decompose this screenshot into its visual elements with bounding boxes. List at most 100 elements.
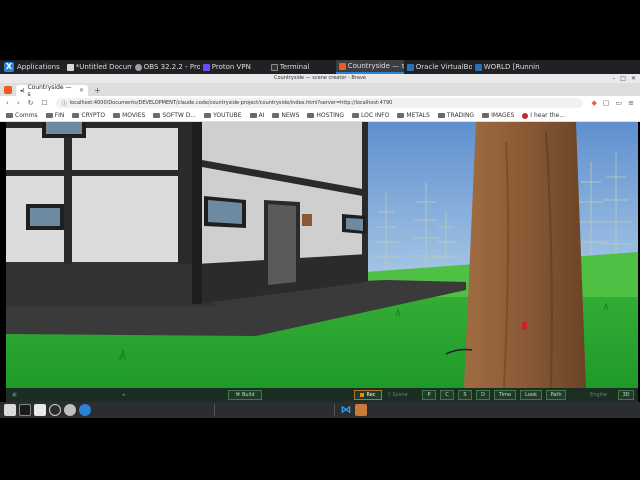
obs-icon[interactable]: [64, 404, 76, 416]
record-icon: [360, 393, 365, 397]
folder-icon: [352, 113, 360, 118]
forward-icon[interactable]: ›: [17, 99, 20, 107]
tab-close-icon[interactable]: ✕: [79, 87, 84, 94]
task-countryside-browser[interactable]: Countryside — s...: [335, 60, 404, 74]
bookmarks-bar: Comms FIN CRYPTO MOVIES SOFTW D... YOUTU…: [0, 110, 640, 122]
terminal-icon: [270, 63, 278, 71]
close-icon[interactable]: ✕: [631, 74, 636, 83]
applications-label: Applications: [17, 63, 60, 71]
bookmark-link[interactable]: I hear the...: [522, 112, 565, 119]
mode-button-d[interactable]: D: [476, 390, 490, 400]
app-icon[interactable]: [355, 404, 367, 416]
wallet-icon[interactable]: ▭: [616, 99, 623, 107]
bookmark-folder[interactable]: SOFTW D...: [153, 112, 196, 119]
folder-icon: [45, 113, 53, 118]
terminal-icon[interactable]: [19, 404, 31, 416]
brave-icon: [338, 62, 346, 70]
globe-icon[interactable]: [79, 404, 91, 416]
bookmark-folder[interactable]: Comms: [6, 112, 38, 119]
shield-icon[interactable]: ◆: [591, 99, 596, 107]
tab-strip: ◂) Countryside — s ✕ +: [0, 83, 640, 98]
toolbar-left-icon[interactable]: ▣: [12, 390, 17, 400]
menu-icon[interactable]: ≡: [628, 99, 634, 107]
top-panel: X Applications *Untitled Docum... OBS 32…: [0, 60, 640, 74]
folder-icon: [437, 113, 445, 118]
window-titlebar: Countryside — scene creator - Brave – □ …: [0, 74, 640, 83]
youtube-icon: [522, 112, 529, 119]
path-button[interactable]: Path: [546, 390, 566, 400]
mode-button-p[interactable]: P: [422, 390, 436, 400]
task-world-vm[interactable]: WORLD [Runnin...: [472, 60, 540, 74]
bookmark-folder[interactable]: CRYPTO: [72, 112, 105, 119]
brave-menu-icon[interactable]: [4, 86, 12, 94]
folder-icon: [397, 113, 405, 118]
url-text: localhost:4000/Documents/DEVELOPMENT/cla…: [69, 100, 393, 106]
taskbar-separator: [214, 404, 215, 416]
settings-icon[interactable]: [49, 404, 61, 416]
task-virtualbox[interactable]: Oracle VirtualBo...: [404, 60, 472, 74]
engine-status-icon: ◦: [574, 392, 577, 398]
folder-icon: [272, 113, 280, 118]
folder-icon: [153, 113, 161, 118]
desktop-screen: X Applications *Untitled Docum... OBS 32…: [0, 0, 640, 480]
task-obs[interactable]: OBS 32.2.2 - Pro...: [132, 60, 200, 74]
address-bar[interactable]: ⓘ localhost:4000/Documents/DEVELOPMENT/c…: [55, 98, 584, 108]
back-icon[interactable]: ‹: [6, 99, 9, 107]
file-manager-icon[interactable]: [4, 404, 16, 416]
task-proton-vpn[interactable]: Proton VPN: [200, 60, 268, 74]
mode-3d-button[interactable]: 3D: [618, 390, 634, 400]
hammer-icon: ⚒: [235, 392, 240, 398]
engine-label: Engine: [590, 392, 608, 398]
bookmark-folder[interactable]: IMAGES: [482, 112, 514, 119]
xfce-logo-icon: X: [4, 62, 14, 72]
os-taskbar: ⋈: [0, 402, 640, 418]
half-timbered-house: [6, 122, 368, 304]
taskbar-separator: [334, 404, 335, 416]
scene-label: ◊ Scene: [388, 392, 408, 398]
bookmark-folder[interactable]: TRADING: [437, 112, 474, 119]
scene-icon: ◊: [388, 392, 391, 398]
reload-icon[interactable]: ↻: [28, 99, 34, 107]
task-terminal[interactable]: Terminal: [268, 60, 336, 74]
extensions-icon[interactable]: ▢: [603, 99, 610, 107]
bookmark-folder[interactable]: AI: [249, 112, 264, 119]
virtualbox-icon: [474, 63, 482, 71]
mode-button-s[interactable]: S: [458, 390, 472, 400]
maximize-icon[interactable]: □: [620, 74, 626, 83]
folder-icon: [72, 113, 80, 118]
bookmark-folder[interactable]: FIN: [45, 112, 64, 119]
folder-icon: [204, 113, 212, 118]
page-info-icon[interactable]: ⓘ: [62, 100, 67, 107]
build-button[interactable]: ⚒ Build: [228, 390, 262, 400]
bookmark-folder[interactable]: METALS: [397, 112, 430, 119]
vscode-icon[interactable]: ⋈: [340, 404, 352, 416]
new-tab-button[interactable]: +: [94, 86, 101, 95]
time-button[interactable]: Time: [494, 390, 516, 400]
task-untitled-document[interactable]: *Untitled Docum...: [64, 60, 132, 74]
look-button[interactable]: Look: [520, 390, 542, 400]
folder-icon: [482, 113, 490, 118]
scene-viewport[interactable]: [6, 122, 638, 388]
bookmark-folder[interactable]: MOVIES: [113, 112, 145, 119]
tab-countryside[interactable]: ◂) Countryside — s ✕: [16, 84, 88, 98]
bookmark-icon[interactable]: ☐: [42, 99, 48, 107]
bookmark-folder[interactable]: NEWS: [272, 112, 299, 119]
speaker-icon: ◂): [20, 87, 25, 94]
tree-trunk: [464, 122, 586, 388]
applications-menu[interactable]: X Applications: [0, 60, 64, 74]
obs-icon: [134, 63, 142, 71]
record-button[interactable]: Rec: [354, 390, 382, 400]
mode-button-c[interactable]: C: [440, 390, 454, 400]
bookmark-folder[interactable]: YOUTUBE: [204, 112, 242, 119]
toolbar-nav-icon[interactable]: ◂: [122, 390, 125, 400]
minimize-icon[interactable]: –: [612, 74, 615, 83]
folder-icon: [6, 113, 13, 118]
bookmark-folder[interactable]: LOC INFO: [352, 112, 389, 119]
scene-canvas[interactable]: [6, 122, 638, 388]
files-icon[interactable]: [34, 404, 46, 416]
navigation-bar: ‹ › ↻ ☐ ⓘ localhost:4000/Documents/DEVEL…: [0, 96, 640, 110]
bookmark-folder[interactable]: HOSTING: [307, 112, 344, 119]
window-title: Countryside — scene creator - Brave: [273, 75, 367, 81]
folder-icon: [113, 113, 121, 118]
folder-icon: [307, 113, 315, 118]
